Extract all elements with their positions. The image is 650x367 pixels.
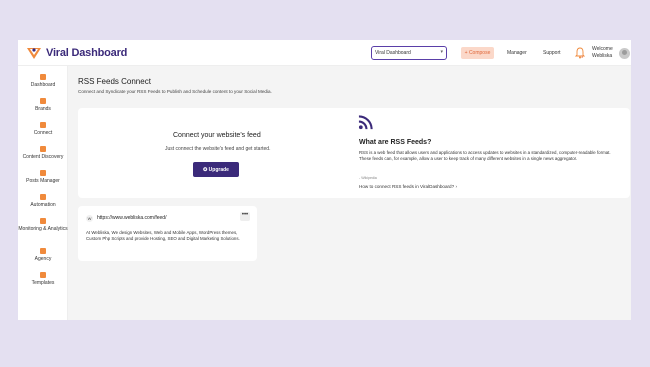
support-link[interactable]: Support <box>543 50 561 56</box>
sidebar-item-content-discovery[interactable]: Content Discovery <box>18 146 68 160</box>
welcome-text: Welcome Webliska <box>592 46 613 59</box>
app-title: Viral Dashboard <box>46 47 128 59</box>
rss-info-title: What are RSS Feeds? <box>359 139 432 146</box>
compose-button[interactable]: + Compose <box>461 47 494 59</box>
rss-help-link[interactable]: How to connect RSS feeds in ViralDashboa… <box>359 184 457 189</box>
dashboard-icon <box>40 74 46 80</box>
brand-select-value: Viral Dashboard <box>375 50 411 56</box>
notification-count: 3 <box>581 54 584 59</box>
main-content: RSS Feeds Connect Connect and Syndicate … <box>68 66 631 320</box>
rss-icon <box>358 115 373 130</box>
sidebar-item-agency[interactable]: Agency <box>18 248 68 262</box>
sidebar-item-templates[interactable]: Templates <box>18 272 68 286</box>
feed-url[interactable]: https://www.webliska.com/feed/ <box>97 215 166 221</box>
chevron-down-icon: ▾ <box>440 49 443 55</box>
page-title: RSS Feeds Connect <box>78 77 151 86</box>
app-logo[interactable]: Viral Dashboard <box>26 46 127 60</box>
sidebar-item-connect[interactable]: Connect <box>18 122 68 136</box>
sidebar-item-posts-manager[interactable]: Posts Manager <box>18 170 68 184</box>
agency-icon <box>40 248 46 254</box>
sidebar-item-automation[interactable]: Automation <box>18 194 68 208</box>
templates-icon <box>40 272 46 278</box>
sidebar: Dashboard Brands Connect Content Discove… <box>18 66 68 320</box>
brands-icon <box>40 98 46 104</box>
more-options-button[interactable]: ••• <box>240 212 250 221</box>
sidebar-item-dashboard[interactable]: Dashboard <box>18 74 68 88</box>
connect-feed-card: Connect your website's feed Just connect… <box>78 108 630 198</box>
rss-info-description: RSS is a web feed that allows users and … <box>359 150 611 162</box>
chevron-right-icon: › <box>455 184 457 189</box>
sidebar-item-monitoring[interactable]: Monitoring & Analytics <box>18 218 68 232</box>
connect-title: Connect your website's feed <box>173 132 261 139</box>
connect-subtitle: Just connect the website's feed and get … <box>165 146 271 152</box>
content-discovery-icon <box>40 146 46 152</box>
app-window: Viral Dashboard Viral Dashboard ▾ + Comp… <box>18 40 631 320</box>
connect-icon <box>40 122 46 128</box>
page-subtitle: Connect and Syndicate your RSS Feeds to … <box>78 89 272 94</box>
top-navbar: Viral Dashboard Viral Dashboard ▾ + Comp… <box>18 40 631 66</box>
feed-description: At Webliska, We design Websites, Web and… <box>86 230 240 242</box>
avatar[interactable] <box>619 48 630 59</box>
upgrade-button[interactable]: ✪ Upgrade <box>193 162 239 177</box>
automation-icon <box>40 194 46 200</box>
manager-link[interactable]: Manager <box>507 50 527 56</box>
posts-manager-icon <box>40 170 46 176</box>
feed-card: W https://www.webliska.com/feed/ ••• At … <box>78 206 257 261</box>
monitoring-icon <box>40 218 46 224</box>
feed-favicon: W <box>86 215 93 222</box>
rss-info-citation: - Wikipedia <box>359 176 377 180</box>
brand-select[interactable]: Viral Dashboard ▾ <box>371 46 447 60</box>
logo-icon <box>27 48 41 59</box>
sidebar-item-brands[interactable]: Brands <box>18 98 68 112</box>
bell-icon[interactable] <box>575 47 585 59</box>
